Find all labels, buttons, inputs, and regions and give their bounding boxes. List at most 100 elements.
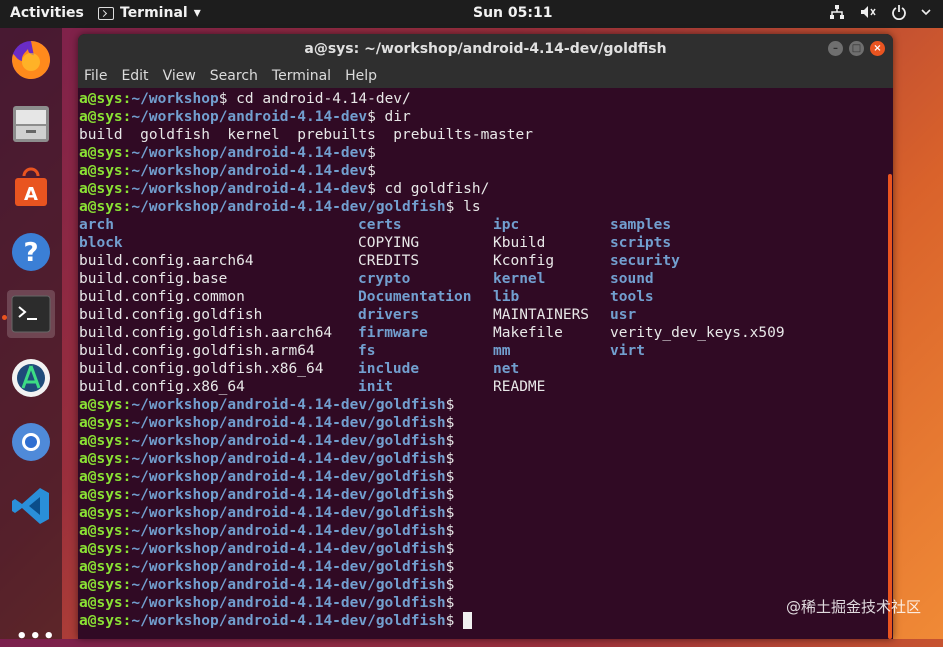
- prompt-user: a@sys:: [79, 469, 132, 485]
- prompt-path: ~/workshop/android-4.14-dev/goldfish: [131, 415, 446, 431]
- ls-column: samples scripts security sound tools usr verit…: [610, 216, 785, 360]
- file-entry: build.config.goldfish.x86_64: [79, 361, 324, 377]
- dock-software[interactable]: A: [7, 164, 55, 212]
- dock-chromium[interactable]: [7, 418, 55, 466]
- ls-column: ipc Kbuild Kconfig kernel lib MAINTAINERS Make…: [493, 216, 589, 396]
- window-title: a@sys: ~/workshop/android-4.14-dev/goldf…: [304, 41, 667, 57]
- scrollbar[interactable]: [888, 174, 892, 639]
- prompt-user: a@sys:: [79, 577, 132, 593]
- directory-entry: net: [493, 361, 520, 377]
- prompt-user: a@sys:: [79, 433, 132, 449]
- terminal-output[interactable]: a@sys:~/workshop$ cd android-4.14-dev/a@…: [79, 90, 887, 639]
- directory-entry: include: [358, 361, 420, 377]
- maximize-button[interactable]: □: [849, 41, 864, 56]
- prompt-line: a@sys:~/workshop/android-4.14-dev$ cd go…: [79, 180, 887, 198]
- android-studio-icon: [12, 359, 50, 397]
- dock-vscode[interactable]: [7, 482, 55, 530]
- dock-firefox[interactable]: [7, 36, 55, 84]
- file-entry: build.config.goldfish.arm64: [79, 343, 315, 359]
- command-text: $: [445, 487, 455, 503]
- prompt-path: ~/workshop/android-4.14-dev/goldfish: [131, 559, 446, 575]
- activities-button[interactable]: Activities: [10, 5, 84, 21]
- command-text: $: [367, 145, 376, 161]
- svg-text:A: A: [24, 184, 38, 205]
- prompt-path: ~/workshop/android-4.14-dev/goldfish: [131, 613, 446, 629]
- dock-help[interactable]: ?: [7, 228, 55, 276]
- directory-entry: usr: [610, 307, 637, 323]
- command-text: $: [445, 469, 455, 485]
- dock-android-studio[interactable]: [7, 354, 55, 402]
- prompt-path: ~/workshop/android-4.14-dev: [131, 145, 368, 161]
- menu-help[interactable]: Help: [345, 68, 377, 84]
- prompt-user: a@sys:: [79, 109, 132, 125]
- system-tray[interactable]: [829, 4, 931, 20]
- prompt-path: ~/workshop/android-4.14-dev/goldfish: [131, 487, 446, 503]
- prompt-user: a@sys:: [79, 505, 132, 521]
- prompt-line: a@sys:~/workshop/android-4.14-dev/goldfi…: [79, 594, 887, 612]
- window-titlebar[interactable]: a@sys: ~/workshop/android-4.14-dev/goldf…: [78, 34, 893, 64]
- prompt-user: a@sys:: [79, 451, 132, 467]
- software-center-icon: A: [15, 167, 47, 206]
- directory-entry: crypto: [358, 271, 411, 287]
- menu-bar: File Edit View Search Terminal Help: [78, 64, 893, 88]
- directory-entry: sound: [610, 271, 654, 287]
- command-text: $: [445, 541, 455, 557]
- prompt-user: a@sys:: [79, 163, 132, 179]
- directory-entry: arch: [79, 217, 114, 233]
- terminal-icon: [11, 295, 51, 333]
- app-menu[interactable]: Terminal ▾: [98, 5, 201, 21]
- command-text: $: [367, 163, 376, 179]
- prompt-user: a@sys:: [79, 559, 132, 575]
- terminal-icon: [98, 6, 114, 20]
- directory-entry: block: [79, 235, 123, 251]
- clock[interactable]: Sun 05:11: [473, 5, 552, 21]
- directory-entry: ipc: [493, 217, 520, 233]
- prompt-path: ~/workshop/android-4.14-dev/goldfish: [131, 199, 446, 215]
- command-text: $: [445, 595, 455, 611]
- directory-entry: security: [610, 253, 680, 269]
- command-text: $ dir: [367, 109, 411, 125]
- menu-terminal[interactable]: Terminal: [272, 68, 331, 84]
- prompt-line: a@sys:~/workshop/android-4.14-dev$: [79, 144, 887, 162]
- prompt-line: a@sys:~/workshop/android-4.14-dev/goldfi…: [79, 576, 887, 594]
- directory-entry: firmware: [358, 325, 428, 341]
- prompt-path: ~/workshop/android-4.14-dev: [131, 181, 368, 197]
- prompt-line: a@sys:~/workshop/android-4.14-dev$ dir: [79, 108, 887, 126]
- prompt-user: a@sys:: [79, 91, 132, 107]
- volume-icon[interactable]: [859, 4, 877, 20]
- file-entry: build.config.x86_64: [79, 379, 245, 395]
- dock-terminal[interactable]: [7, 290, 55, 338]
- minimize-button[interactable]: –: [828, 41, 843, 56]
- directory-entry: certs: [358, 217, 402, 233]
- directory-entry: lib: [493, 289, 520, 305]
- menu-search[interactable]: Search: [210, 68, 258, 84]
- prompt-path: ~/workshop/android-4.14-dev/goldfish: [131, 469, 446, 485]
- command-text: $ cd android-4.14-dev/: [218, 91, 411, 107]
- prompt-path: ~/workshop/android-4.14-dev/goldfish: [131, 541, 446, 557]
- prompt-line: a@sys:~/workshop/android-4.14-dev/goldfi…: [79, 450, 887, 468]
- prompt-line: a@sys:~/workshop/android-4.14-dev/goldfi…: [79, 396, 887, 414]
- chevron-down-icon[interactable]: [921, 4, 931, 20]
- dock: A ? •••: [0, 28, 62, 647]
- prompt-user: a@sys:: [79, 541, 132, 557]
- close-button[interactable]: ×: [870, 41, 885, 56]
- menu-edit[interactable]: Edit: [121, 68, 148, 84]
- command-text: $ cd goldfish/: [367, 181, 490, 197]
- menu-file[interactable]: File: [84, 68, 107, 84]
- file-entry: build.config.common: [79, 289, 245, 305]
- network-icon[interactable]: [829, 4, 845, 20]
- dock-files[interactable]: [7, 100, 55, 148]
- prompt-path: ~/workshop/android-4.14-dev/goldfish: [131, 505, 446, 521]
- power-icon[interactable]: [891, 4, 907, 20]
- file-entry: README: [493, 379, 546, 395]
- prompt-user: a@sys:: [79, 523, 132, 539]
- text-cursor: [463, 612, 473, 629]
- file-entry: Makefile: [493, 325, 563, 341]
- menu-view[interactable]: View: [163, 68, 196, 84]
- prompt-path: ~/workshop/android-4.14-dev/goldfish: [131, 523, 446, 539]
- command-text: $: [445, 613, 455, 629]
- show-applications-button[interactable]: •••: [16, 626, 57, 647]
- directory-entry: init: [358, 379, 393, 395]
- directory-entry: samples: [610, 217, 672, 233]
- prompt-user: a@sys:: [79, 181, 132, 197]
